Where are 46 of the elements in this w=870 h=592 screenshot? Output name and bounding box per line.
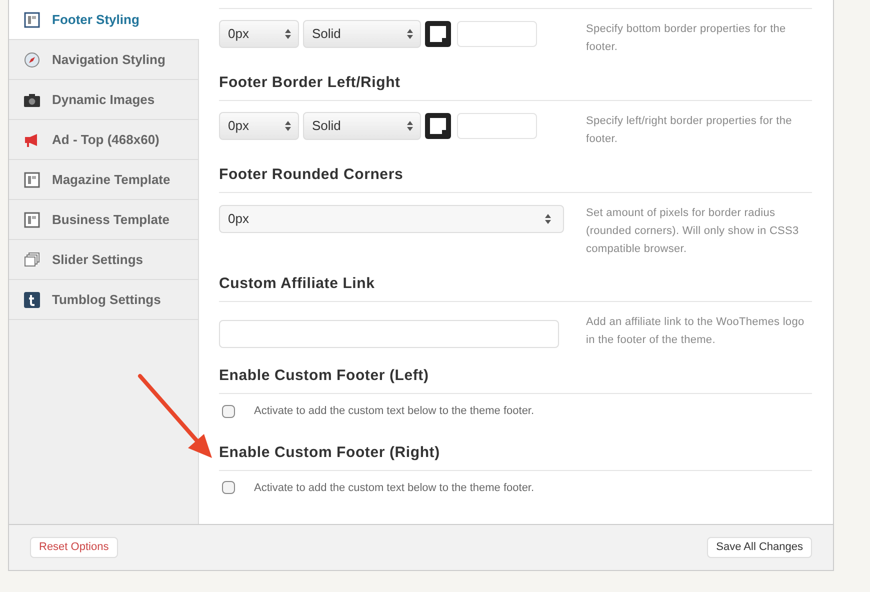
sidebar-tab[interactable]: Tumblog Settings [9, 280, 198, 320]
compass-icon [24, 52, 40, 68]
style-select[interactable]: Solid [303, 112, 421, 140]
affiliate-link-field[interactable] [219, 320, 559, 348]
select-arrows-icon [285, 29, 291, 39]
checkbox[interactable] [222, 404, 235, 418]
select-arrows-icon [407, 29, 413, 39]
page-layout-icon [24, 172, 40, 188]
megaphone-icon [24, 132, 40, 146]
select-arrows-icon [285, 121, 291, 131]
reset-button[interactable]: Reset Options [30, 537, 118, 558]
color-swatch-icon[interactable] [425, 113, 451, 139]
section-heading: Footer Border Left/Right [219, 74, 402, 93]
section-heading: Footer Rounded Corners [219, 166, 404, 185]
option-description: Specify left/right border properties for the footer. [586, 114, 793, 147]
sidebar-tab[interactable]: Slider Settings [9, 240, 198, 280]
tumblr-logo-icon [24, 292, 40, 308]
sidebar-tab[interactable]: Magazine Template [9, 160, 198, 200]
checkbox-label: Activate to add the custom text below to the theme footer. [254, 404, 534, 419]
sidebar-tab[interactable]: Navigation Styling [9, 40, 198, 80]
style-select[interactable]: Solid [303, 20, 421, 48]
section-heading: Enable Custom Footer (Left) [219, 367, 430, 386]
section-heading: Custom Affiliate Link [219, 275, 376, 294]
radius-select[interactable]: 0px [219, 205, 564, 233]
checkbox-label: Activate to add the custom text below to the theme footer. [254, 480, 534, 496]
select-arrows-icon [545, 214, 551, 224]
sidebar-tab[interactable]: Footer Styling [9, 0, 199, 40]
color-input-field[interactable] [457, 21, 537, 47]
sidebar-tab[interactable]: Business Template [9, 200, 198, 240]
page-layout-icon [24, 212, 40, 228]
checkbox[interactable] [222, 481, 235, 494]
save-button[interactable]: Save All Changes [707, 537, 812, 558]
stacked-windows-icon [24, 252, 40, 268]
option-description: Set amount of pixels for border radius (rounded corners). Will only show in CSS3 compatible browser. [586, 206, 800, 257]
color-input-field[interactable] [457, 113, 537, 139]
width-select[interactable]: 0px [219, 112, 299, 140]
section-heading: Enable Custom Footer (Right) [219, 444, 441, 462]
option-description: Add an affiliate link to the WooThemes logo in the footer of the theme. [586, 315, 806, 348]
sidebar-tab[interactable]: Ad - Top (468x60) [9, 120, 198, 160]
option-description: Specify bottom border properties for the footer. [586, 22, 787, 55]
sidebar-tab[interactable]: Dynamic Images [9, 80, 198, 120]
select-arrows-icon [407, 121, 413, 131]
color-swatch-icon[interactable] [425, 21, 451, 47]
camera-icon [24, 92, 40, 106]
page-layout-icon [24, 12, 40, 28]
width-select[interactable]: 0px [219, 20, 299, 48]
